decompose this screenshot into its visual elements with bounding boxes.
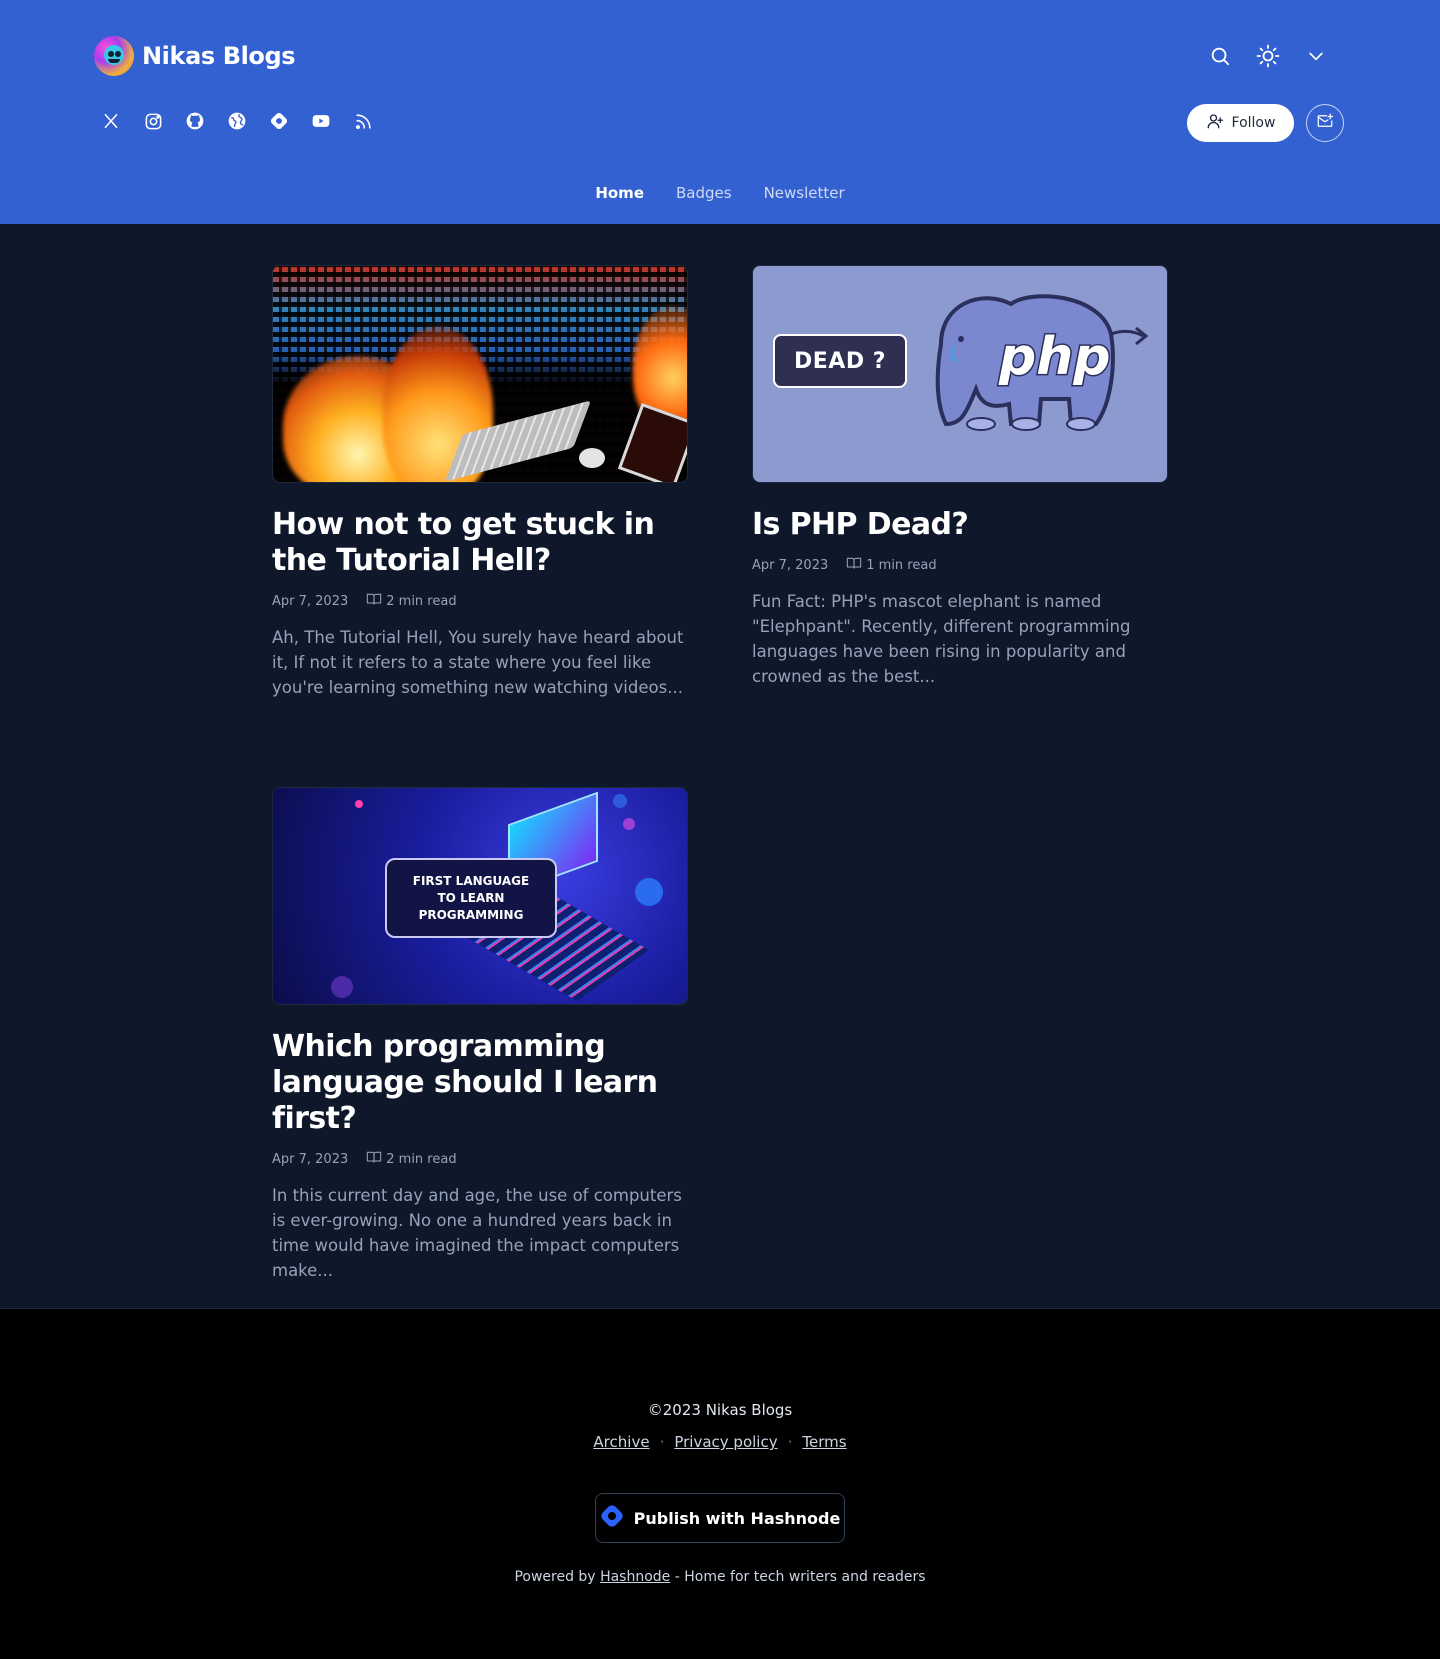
blog-title[interactable]: Nikas Blogs bbox=[142, 42, 296, 70]
hashnode-logo-icon bbox=[600, 1504, 624, 1532]
post-cover-image[interactable]: DEAD ? php bbox=[752, 265, 1168, 483]
post-date: Apr 7, 2023 bbox=[752, 557, 829, 573]
globe-icon[interactable] bbox=[226, 110, 248, 132]
search-icon[interactable] bbox=[1204, 40, 1236, 72]
book-icon bbox=[366, 1149, 382, 1169]
logo-eye-right bbox=[115, 51, 121, 57]
cover-title-line-1: FIRST LANGUAGE bbox=[412, 873, 530, 888]
post-cover-image[interactable]: FIRST LANGUAGE TO LEARN PROGRAMMING bbox=[272, 787, 688, 1005]
book-icon bbox=[366, 591, 382, 611]
cover-bokeh bbox=[635, 878, 663, 906]
post-date: Apr 7, 2023 bbox=[272, 1151, 349, 1167]
rss-icon[interactable] bbox=[352, 110, 374, 132]
nav-badges[interactable]: Badges bbox=[676, 184, 732, 202]
blog-header: Nikas Blogs Follow Home Badges Newslette… bbox=[0, 0, 1440, 224]
brand[interactable]: Nikas Blogs bbox=[94, 36, 296, 76]
cover-bokeh bbox=[331, 976, 353, 998]
header-actions bbox=[1204, 40, 1332, 72]
social-links bbox=[100, 110, 374, 132]
cover-bokeh bbox=[355, 800, 363, 808]
chevron-down-icon[interactable] bbox=[1300, 40, 1332, 72]
blog-nav: Home Badges Newsletter bbox=[0, 184, 1440, 202]
post-title[interactable]: Is PHP Dead? bbox=[752, 507, 1168, 543]
cover-title-box: FIRST LANGUAGE TO LEARN PROGRAMMING bbox=[385, 858, 557, 938]
x-icon[interactable] bbox=[100, 110, 122, 132]
post-cover-image[interactable] bbox=[272, 265, 688, 483]
logo-eye-left bbox=[108, 51, 114, 57]
read-time-label: 2 min read bbox=[386, 1151, 457, 1167]
post-card[interactable]: DEAD ? php Is PHP Dead? Apr 7, 2023 1 mi… bbox=[752, 265, 1168, 689]
newsletter-subscribe-button[interactable] bbox=[1306, 104, 1344, 142]
separator: · bbox=[659, 1433, 665, 1451]
footer-links: Archive · Privacy policy · Terms bbox=[0, 1433, 1440, 1451]
github-icon[interactable] bbox=[184, 110, 206, 132]
follow-button[interactable]: Follow bbox=[1187, 104, 1294, 142]
blog-logo[interactable] bbox=[94, 36, 134, 76]
blog-footer: ©2023 Nikas Blogs Archive · Privacy poli… bbox=[0, 1308, 1440, 1659]
read-time: 2 min read bbox=[366, 1149, 457, 1169]
post-excerpt[interactable]: Ah, The Tutorial Hell, You surely have h… bbox=[272, 625, 688, 700]
archive-link[interactable]: Archive bbox=[593, 1433, 649, 1451]
post-meta: Apr 7, 2023 2 min read bbox=[272, 1149, 688, 1169]
read-time: 1 min read bbox=[846, 555, 937, 575]
php-elephant-illustration: php bbox=[935, 294, 1149, 431]
youtube-icon[interactable] bbox=[310, 110, 332, 132]
post-meta: Apr 7, 2023 2 min read bbox=[272, 591, 688, 611]
post-meta: Apr 7, 2023 1 min read bbox=[752, 555, 1168, 575]
powered-suffix: - Home for tech writers and readers bbox=[674, 1569, 926, 1585]
php-logo-text: php bbox=[998, 327, 1110, 387]
cover-title-line-3: PROGRAMMING bbox=[418, 907, 524, 922]
post-date: Apr 7, 2023 bbox=[272, 593, 349, 609]
sun-icon[interactable] bbox=[1252, 40, 1284, 72]
powered-prefix: Powered by bbox=[514, 1569, 596, 1585]
hashnode-icon[interactable] bbox=[268, 110, 290, 132]
post-excerpt[interactable]: In this current day and age, the use of … bbox=[272, 1183, 688, 1283]
cover-dead-label: DEAD ? bbox=[773, 334, 907, 388]
hashnode-link[interactable]: Hashnode bbox=[600, 1569, 670, 1585]
post-title[interactable]: Which programming language should I lear… bbox=[272, 1029, 688, 1137]
terms-link[interactable]: Terms bbox=[802, 1433, 846, 1451]
read-time-label: 2 min read bbox=[386, 593, 457, 609]
read-time-label: 1 min read bbox=[866, 557, 937, 573]
cover-title-line-2: TO LEARN bbox=[437, 890, 505, 905]
privacy-policy-link[interactable]: Privacy policy bbox=[674, 1433, 777, 1451]
powered-by: Powered by Hashnode - Home for tech writ… bbox=[0, 1569, 1440, 1585]
post-card[interactable]: FIRST LANGUAGE TO LEARN PROGRAMMING Whic… bbox=[272, 787, 688, 1283]
separator: · bbox=[787, 1433, 793, 1451]
instagram-icon[interactable] bbox=[142, 110, 164, 132]
read-time: 2 min read bbox=[366, 591, 457, 611]
publish-with-hashnode-button[interactable]: Publish with Hashnode bbox=[595, 1493, 845, 1543]
user-plus-icon bbox=[1206, 112, 1224, 134]
post-excerpt[interactable]: Fun Fact: PHP's mascot elephant is named… bbox=[752, 589, 1168, 689]
follow-label: Follow bbox=[1231, 115, 1276, 131]
post-card[interactable]: How not to get stuck in the Tutorial Hel… bbox=[272, 265, 688, 700]
copyright: ©2023 Nikas Blogs bbox=[647, 1401, 793, 1419]
nav-newsletter[interactable]: Newsletter bbox=[764, 184, 845, 202]
publish-label: Publish with Hashnode bbox=[633, 1508, 841, 1528]
cover-bokeh bbox=[613, 794, 627, 808]
cover-mouse bbox=[579, 448, 605, 468]
nav-home[interactable]: Home bbox=[595, 184, 644, 202]
cover-bokeh bbox=[623, 818, 635, 830]
mail-plus-icon bbox=[1316, 112, 1334, 134]
book-icon bbox=[846, 555, 862, 575]
post-title[interactable]: How not to get stuck in the Tutorial Hel… bbox=[272, 507, 688, 579]
